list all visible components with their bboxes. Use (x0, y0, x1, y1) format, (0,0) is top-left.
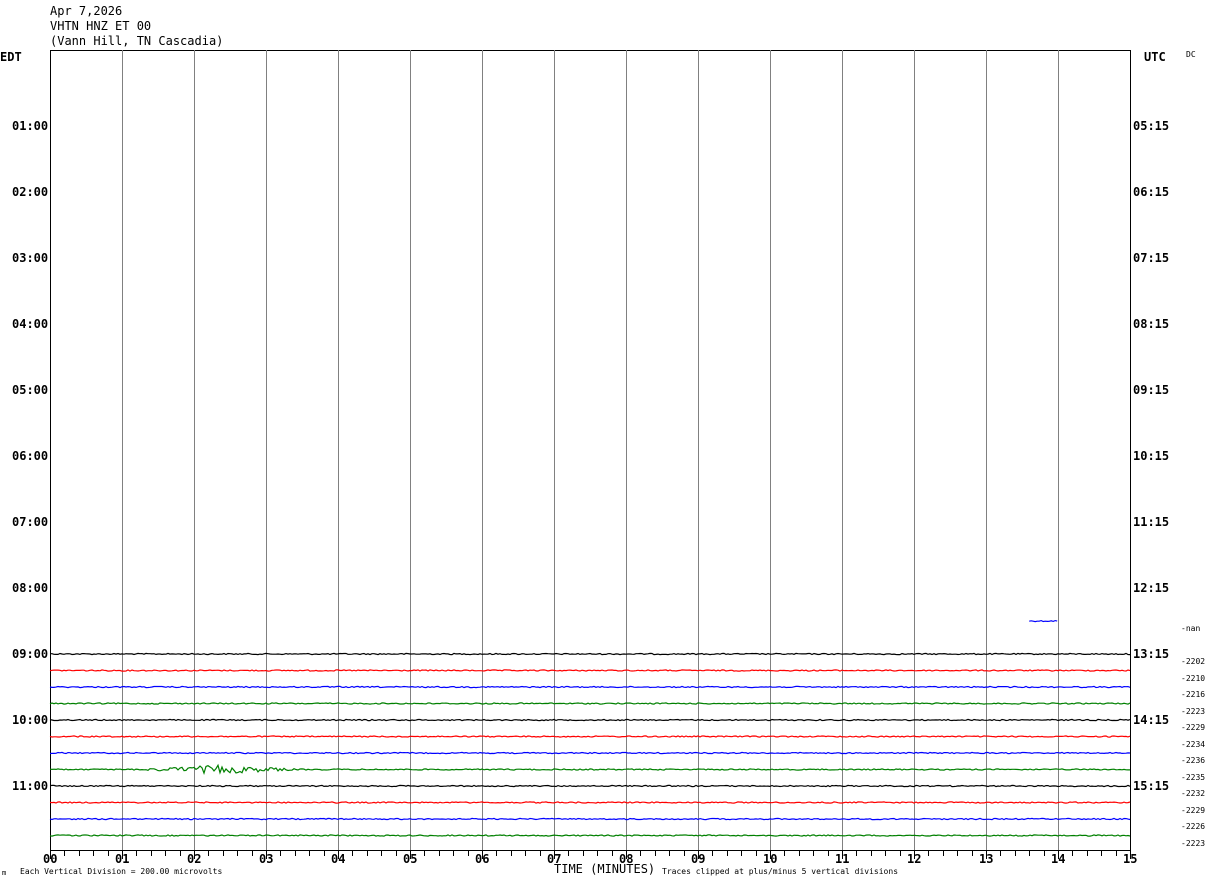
division-note: Each Vertical Division = 200.00 microvol… (20, 867, 223, 876)
plot-frame (50, 50, 1131, 851)
corner-mark: m (2, 869, 7, 877)
trace-line (49, 735, 1131, 738)
trace-line (49, 763, 1130, 775)
trace-line (49, 702, 1131, 705)
clip-note: Traces clipped at plus/minus 5 vertical … (662, 867, 899, 876)
trace-line (49, 751, 1131, 755)
x-axis-label: TIME (MINUTES) (554, 862, 656, 876)
trace-line (49, 669, 1131, 672)
trace-line (50, 652, 1131, 656)
trace-line (49, 834, 1131, 837)
trace-line (1029, 619, 1058, 623)
helicorder-plot (49, 50, 1131, 859)
trace-line (49, 817, 1131, 821)
trace-line (49, 685, 1131, 689)
trace-line (49, 718, 1131, 722)
trace-line (49, 784, 1131, 788)
trace-line (49, 801, 1131, 804)
